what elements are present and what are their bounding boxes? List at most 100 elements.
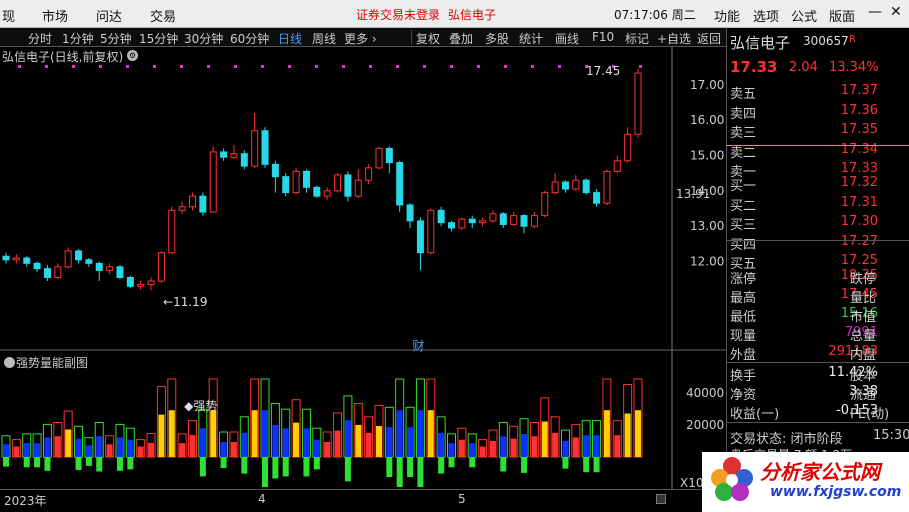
volume-bar-negative <box>344 457 351 482</box>
candle-body <box>147 280 155 286</box>
tab-15min[interactable]: 15分钟 <box>139 30 178 47</box>
tab-60min[interactable]: 60分钟 <box>230 30 269 47</box>
bid-row-value: 17.30 <box>840 214 878 229</box>
tool-add-watchlist[interactable]: +自选 <box>657 30 691 47</box>
menu-item-options[interactable]: 选项 <box>753 6 779 25</box>
volume-bar-fill <box>479 446 486 457</box>
tab-1min[interactable]: 1分钟 <box>62 30 94 47</box>
sub-marker-label: ◆强势 <box>184 399 217 413</box>
extra-row: 净资 3.38 流通 <box>730 384 908 403</box>
bid-row-label: 买二 <box>730 198 757 214</box>
tool-f10[interactable]: F10 <box>592 30 614 44</box>
menu-item-formula[interactable]: 公式 <box>791 6 817 25</box>
volume-bar-fill <box>230 442 237 457</box>
tool-multi-stock[interactable]: 多股 <box>485 30 509 47</box>
candlestick-chart: 17.0016.0015.0014.0013.0012.0013.91 17.4… <box>0 47 726 489</box>
tab-timeshare[interactable]: 分时 <box>28 30 52 47</box>
candle-body <box>54 266 62 278</box>
volume-bar-negative <box>282 457 289 477</box>
tool-back[interactable]: 返回 <box>697 30 721 47</box>
marker-dot <box>477 65 480 68</box>
menu-item-market[interactable]: 市场 <box>42 6 68 25</box>
price-ticks: 17.0016.0015.0014.0013.0012.0013.91 <box>676 78 724 269</box>
volume-bar-fill <box>106 444 113 457</box>
tool-overlay[interactable]: 叠加 <box>449 30 473 47</box>
marker-dot <box>558 65 561 68</box>
tab-weekly[interactable]: 周线 <box>312 30 336 47</box>
tab-5min[interactable]: 5分钟 <box>100 30 132 47</box>
clock: 07:17:06 周二 <box>614 6 696 23</box>
scroll-handle[interactable] <box>656 494 666 504</box>
tool-statistics[interactable]: 统计 <box>519 30 543 47</box>
candle-body <box>230 153 238 158</box>
marker-dot <box>423 65 426 68</box>
volume-bar-negative <box>262 457 269 487</box>
candle-body <box>572 179 580 190</box>
marker-dot <box>315 65 318 68</box>
volume-bar-fill <box>510 438 517 457</box>
marker-dot <box>342 65 345 68</box>
quote-change: 2.04 <box>789 60 818 75</box>
close-icon[interactable]: ✕ <box>890 4 902 20</box>
candle-body <box>271 163 279 178</box>
candle-body <box>551 181 559 194</box>
volume-bar-fill <box>603 410 610 457</box>
volume-bar-negative <box>448 457 455 468</box>
menu-item-layout[interactable]: 版面 <box>829 6 855 25</box>
time-axis: 2023年 4 5 X10 <box>0 476 726 512</box>
candle-body <box>95 262 103 271</box>
candle-body <box>365 167 373 181</box>
volume-bar-negative <box>220 457 227 468</box>
sub-gear-icon[interactable] <box>4 357 15 368</box>
tab-daily[interactable]: 日线 <box>278 30 302 47</box>
stat-row-label: 现量 <box>730 329 757 344</box>
volume-bar-fill <box>282 428 289 457</box>
bid-row: 买四 17.27 <box>730 234 908 253</box>
marker-dot <box>531 65 534 68</box>
extra-row-label: 换手 <box>730 369 757 384</box>
volume-bar-fill <box>148 442 155 457</box>
stat-row: 外盘 291183 内盘 <box>730 344 908 363</box>
tool-draw-line[interactable]: 画线 <box>555 30 579 47</box>
menu-item-xian[interactable]: 现 <box>2 6 15 25</box>
extra-row-label: 净资 <box>730 388 757 403</box>
volume-bar-negative <box>438 457 445 474</box>
bid-row-value: 17.31 <box>840 194 878 210</box>
candle-body <box>396 162 404 206</box>
volume-bar-negative <box>116 457 123 471</box>
volume-bar-fill <box>334 430 341 457</box>
watermark-logo: 分析家公式网 www.fxjgsw.com <box>702 452 909 512</box>
tab-30min[interactable]: 30分钟 <box>184 30 223 47</box>
candle-body <box>541 192 549 217</box>
volume-bar-negative <box>85 457 92 466</box>
volume-bar-fill <box>210 410 217 457</box>
tab-more[interactable]: 更多 › <box>344 30 377 47</box>
menu-item-wenda[interactable]: 问达 <box>96 6 122 25</box>
candle-body <box>137 284 145 287</box>
stat-row-label2: 量比 <box>850 291 877 306</box>
sub-chart-title: 强势量能副图 <box>16 356 89 370</box>
bid-row-value: 17.32 <box>840 175 878 190</box>
volume-bar-fill <box>13 446 20 457</box>
marker-dot <box>207 65 210 68</box>
stat-row: 最低 15.16 市值 <box>730 306 908 325</box>
ask-row-value: 17.33 <box>840 161 878 176</box>
volume-bar-fill <box>179 443 186 457</box>
stat-row-label2: 总量 <box>850 329 877 344</box>
candle-body <box>416 220 424 254</box>
volume-bar-fill <box>116 437 123 457</box>
sub-unit-label: X10 <box>680 476 704 490</box>
ask-row-value: 17.36 <box>840 102 878 118</box>
tool-adjust[interactable]: 复权 <box>416 30 440 47</box>
volume-bar-fill <box>593 435 600 457</box>
bid-row: 买一 17.32 <box>730 175 908 194</box>
volume-bar-fill <box>407 427 414 457</box>
volume-bar-fill <box>448 443 455 457</box>
tool-mark[interactable]: 标记 <box>625 30 649 47</box>
minimize-icon[interactable]: — <box>868 4 882 20</box>
sub-axis-label: 20000 <box>686 418 724 432</box>
menu-item-trade[interactable]: 交易 <box>150 6 176 25</box>
volume-bar-fill <box>189 435 196 457</box>
menu-item-function[interactable]: 功能 <box>714 6 740 25</box>
marker-dot <box>153 65 156 68</box>
